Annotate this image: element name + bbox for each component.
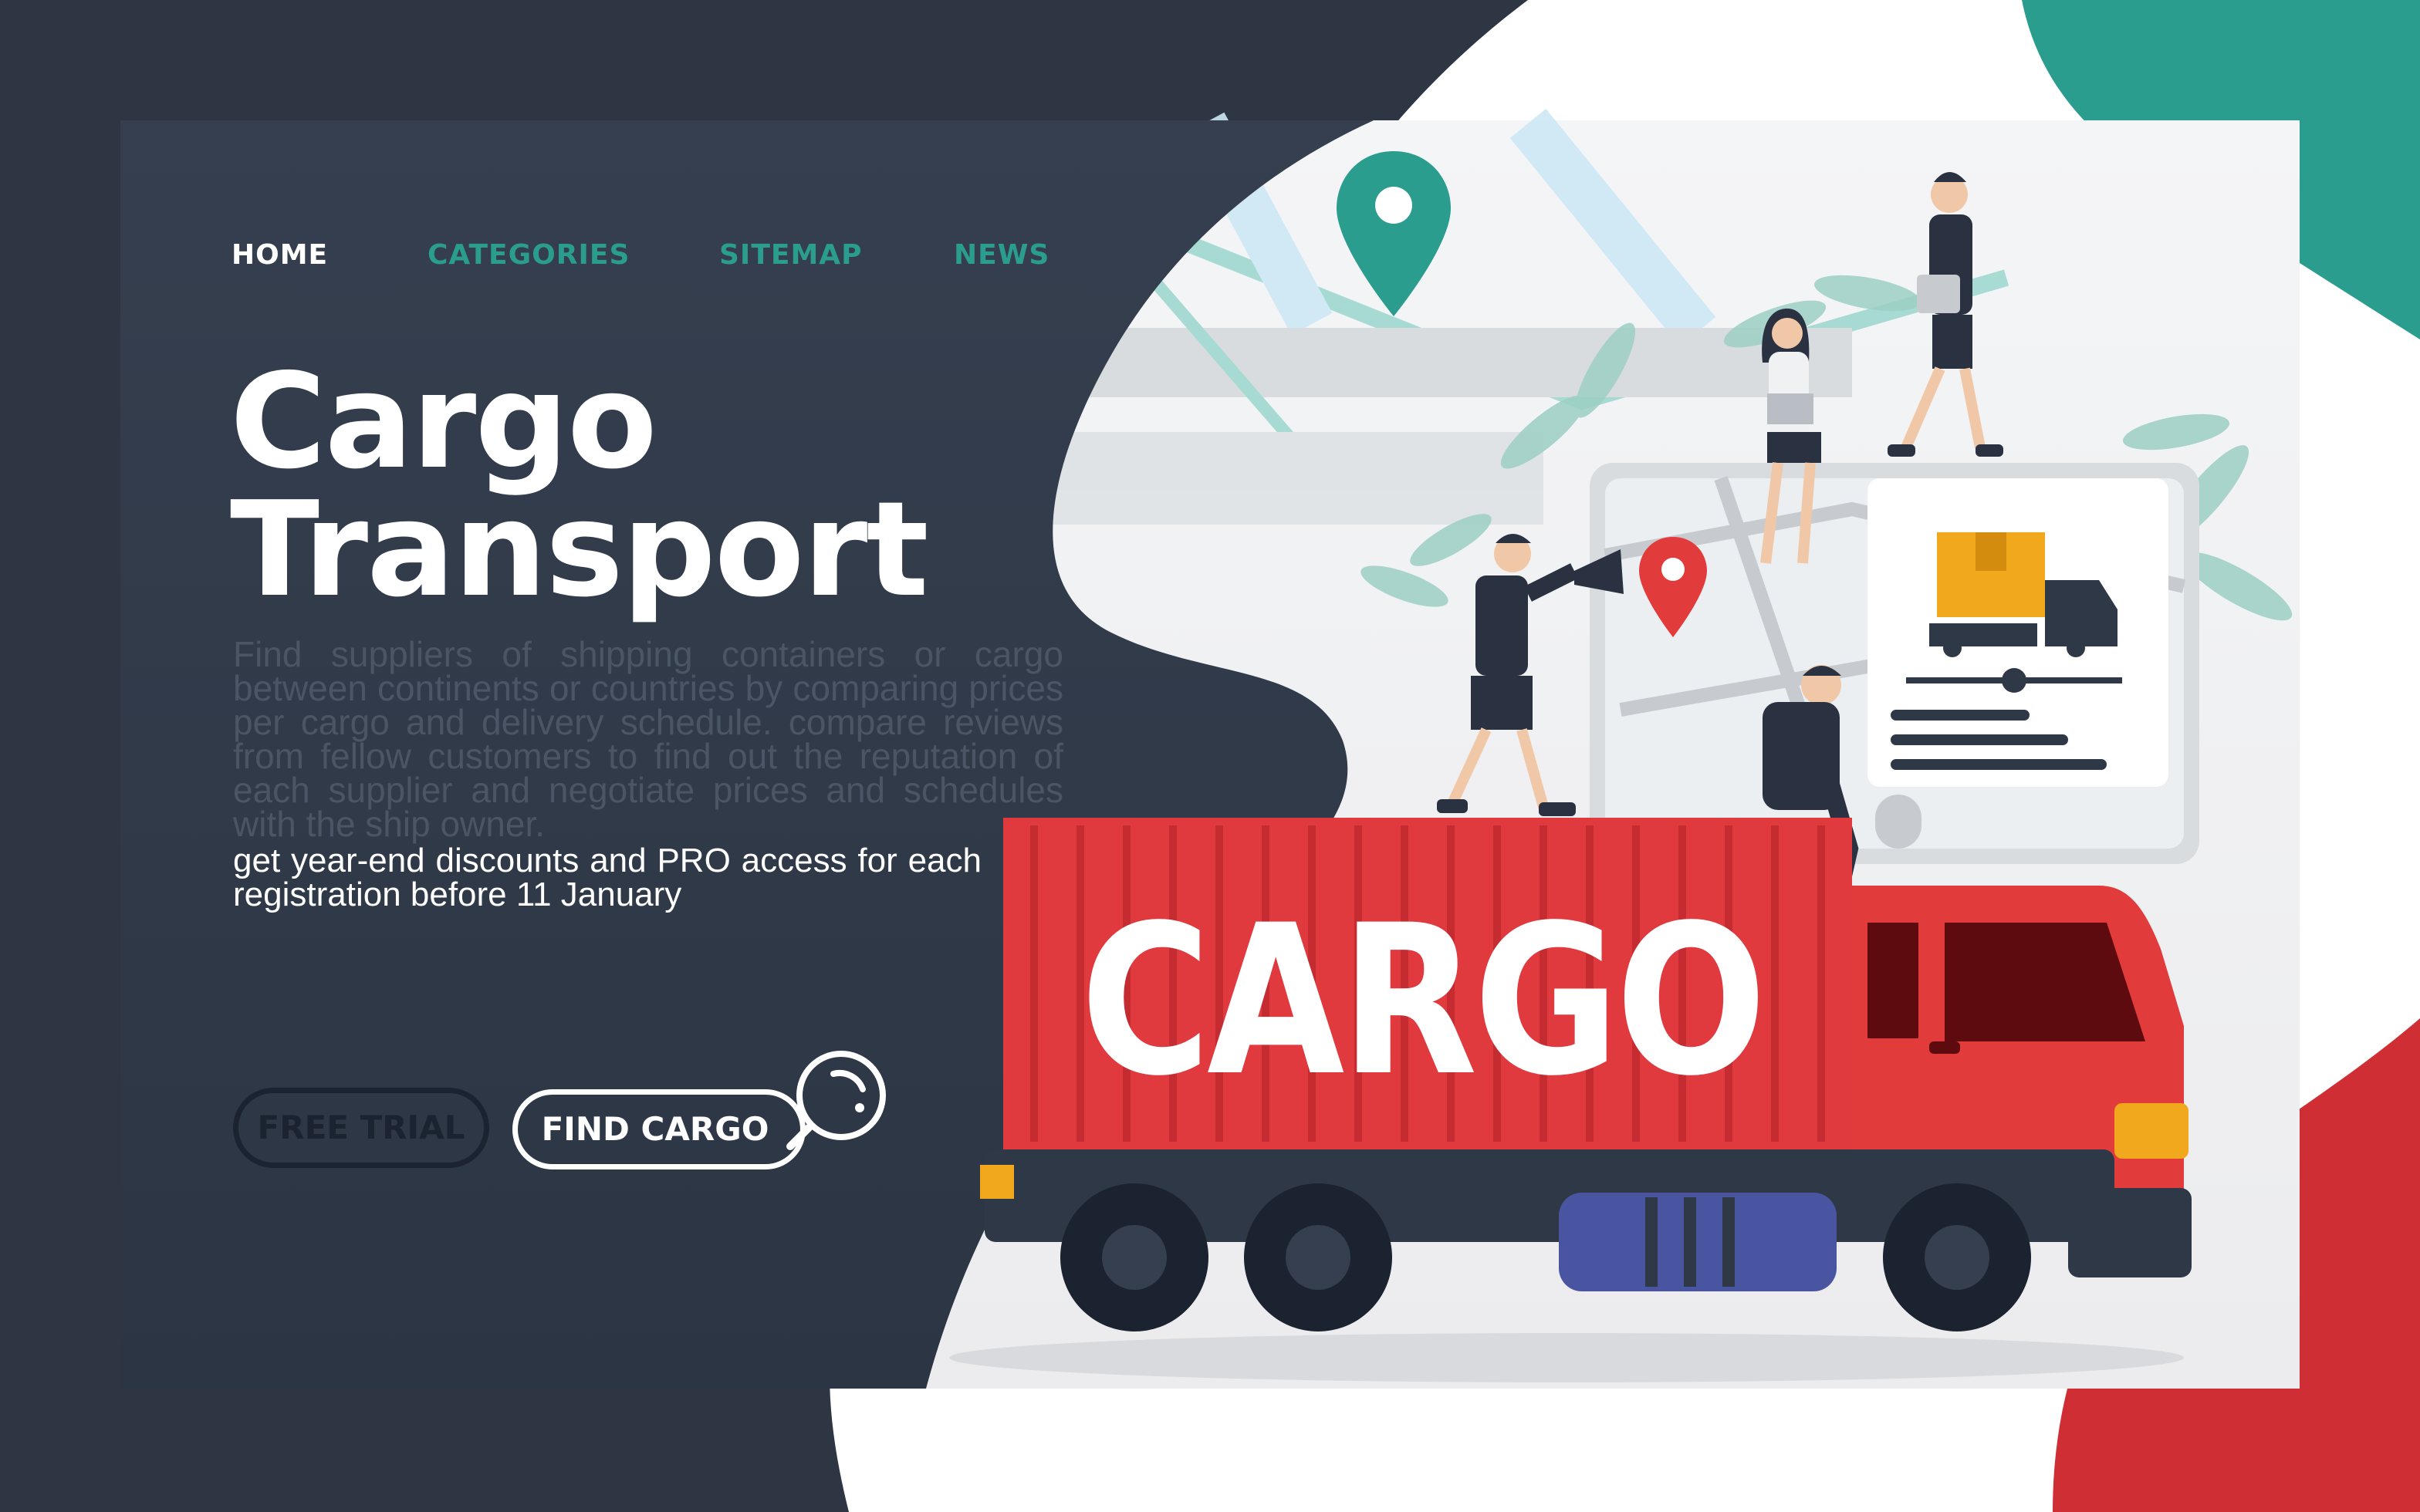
- find-cargo-button[interactable]: FIND CARGO: [512, 1089, 806, 1169]
- nav-item-categories[interactable]: CATEGORIES: [428, 239, 630, 271]
- search-icon[interactable]: [779, 1043, 895, 1159]
- free-trial-button[interactable]: FREE TRIAL: [233, 1088, 489, 1168]
- nav-item-sitemap[interactable]: SITEMAP: [719, 239, 863, 271]
- hero-promo-text: get year-end discounts and PRO access fo…: [233, 842, 982, 913]
- hero-title-line1: Cargo: [230, 346, 657, 498]
- nav-item-news[interactable]: NEWS: [954, 239, 1049, 271]
- hero-description: Find suppliers of shipping containers or…: [233, 634, 1063, 844]
- container-lettering: CARGO: [1080, 881, 1766, 1122]
- hero-title-line2: Transport: [230, 474, 929, 626]
- phone-map-device: [1590, 463, 2199, 864]
- truck-shadow: [949, 1333, 2184, 1382]
- fuel-tank: [1559, 1193, 1837, 1291]
- nav-item-home[interactable]: HOME: [232, 239, 328, 271]
